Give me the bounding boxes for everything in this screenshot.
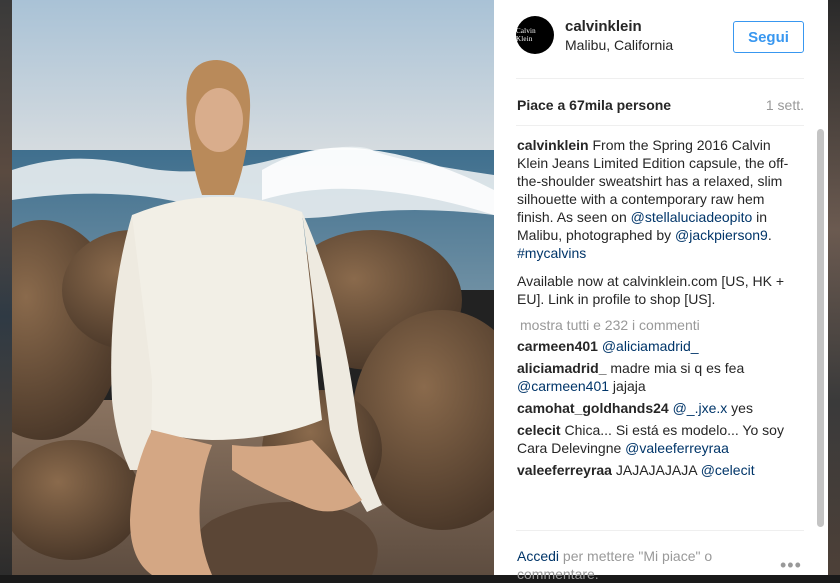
comment-username[interactable]: camohat_goldhands24	[517, 400, 669, 416]
mention-link[interactable]: @aliciamadrid_	[602, 338, 699, 354]
show-all-comments-link[interactable]: mostra tutti e 232 i commenti	[520, 316, 795, 334]
post-username[interactable]: calvinklein	[565, 18, 642, 35]
login-prompt: Accedi per mettere "Mi piace" o commenta…	[517, 547, 747, 583]
comment-item: aliciamadrid_ madre mia si q es fea @car…	[517, 359, 795, 395]
mention-link[interactable]: @valeeferreyraa	[625, 440, 729, 456]
caption-text: Available now at calvinklein.com [US, HK…	[517, 272, 795, 308]
hashtag-link[interactable]: #mycalvins	[517, 245, 586, 261]
caption-username[interactable]: calvinklein	[517, 137, 589, 153]
comments-scrollbar[interactable]	[817, 129, 824, 527]
caption-text: .	[768, 227, 772, 243]
post-photo	[12, 0, 494, 575]
comment-text: JAJAJAJAJA	[612, 462, 701, 478]
header-divider	[516, 78, 804, 79]
comment-username[interactable]: celecit	[517, 422, 561, 438]
comment-username[interactable]: carmeen401	[517, 338, 598, 354]
likes-divider	[516, 125, 804, 126]
comment-text: yes	[727, 400, 753, 416]
post-details-panel: Calvin Klein calvinklein Malibu, Califor…	[494, 0, 828, 575]
comment-item: valeeferreyraa JAJAJAJAJA @celecit	[517, 461, 795, 479]
comment-item: camohat_goldhands24 @_.jxe.x yes	[517, 399, 795, 417]
post-location[interactable]: Malibu, California	[565, 37, 673, 53]
post-header: Calvin Klein calvinklein Malibu, Califor…	[494, 0, 828, 78]
mention-link[interactable]: @_.jxe.x	[673, 400, 728, 416]
likes-count[interactable]: Piace a 67mila persone	[517, 97, 671, 113]
comment-username[interactable]: aliciamadrid_	[517, 360, 607, 376]
follow-button[interactable]: Segui	[733, 21, 804, 53]
comments-list: calvinklein From the Spring 2016 Calvin …	[517, 136, 795, 528]
mention-link[interactable]: @stellaluciadeopito	[631, 209, 753, 225]
comment-item: carmeen401 @aliciamadrid_	[517, 337, 795, 355]
post-time[interactable]: 1 sett.	[766, 97, 804, 113]
login-link[interactable]: Accedi	[517, 548, 559, 564]
mention-link[interactable]: @carmeen401	[517, 378, 609, 394]
more-options-icon[interactable]: •••	[780, 555, 802, 576]
background-feed-edge-right	[828, 0, 840, 575]
background-feed-edge-left	[0, 0, 12, 575]
footer-divider	[516, 530, 804, 531]
comment-entries: carmeen401 @aliciamadrid_ aliciamadrid_ m…	[517, 337, 795, 479]
comment-username[interactable]: valeeferreyraa	[517, 462, 612, 478]
comment-text: jajaja	[609, 378, 646, 394]
comment-item: celecit Chica... Si está es modelo... Yo…	[517, 421, 795, 457]
mention-link[interactable]: @jackpierson9	[675, 227, 768, 243]
comment-text: madre mia si q es fea	[607, 360, 745, 376]
avatar[interactable]: Calvin Klein	[516, 16, 554, 54]
mention-link[interactable]: @celecit	[701, 462, 755, 478]
caption: calvinklein From the Spring 2016 Calvin …	[517, 136, 795, 308]
